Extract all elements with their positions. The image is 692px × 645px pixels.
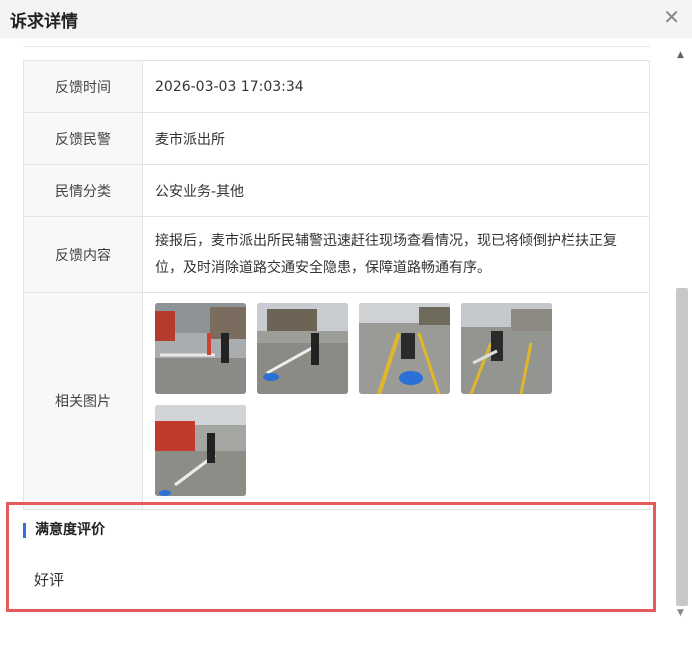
photo-thumbnail[interactable] xyxy=(359,303,450,394)
table-row: 反馈时间 2026-03-03 17:03:34 xyxy=(23,60,650,113)
satisfaction-section: 满意度评价 好评 xyxy=(6,502,656,612)
photo-thumbnail[interactable] xyxy=(461,303,552,394)
table-row: 相关图片 xyxy=(23,292,650,510)
photo-thumbnail[interactable] xyxy=(257,303,348,394)
photo-thumbnail[interactable] xyxy=(155,303,246,394)
table-row: 反馈民警 麦市派出所 xyxy=(23,112,650,165)
row-label: 民情分类 xyxy=(23,164,143,217)
scrollbar[interactable]: ▲ ▼ xyxy=(672,38,692,645)
row-label: 反馈时间 xyxy=(23,60,143,113)
divider xyxy=(23,46,650,47)
close-icon[interactable]: ✕ xyxy=(663,7,680,27)
row-value: 2026-03-03 17:03:34 xyxy=(142,60,650,113)
table-row: 民情分类 公安业务-其他 xyxy=(23,164,650,217)
row-label: 反馈民警 xyxy=(23,112,143,165)
row-label: 相关图片 xyxy=(23,292,143,510)
row-value: 接报后，麦市派出所民辅警迅速赶往现场查看情况，现已将倾倒护栏扶正复位，及时消除道… xyxy=(142,216,650,293)
photo-thumbnail[interactable] xyxy=(155,405,246,496)
satisfaction-title: 满意度评价 xyxy=(23,523,105,538)
row-label: 反馈内容 xyxy=(23,216,143,293)
dialog-header: 诉求详情 ✕ xyxy=(0,0,692,38)
row-value: 麦市派出所 xyxy=(142,112,650,165)
dialog-content: 反馈时间 2026-03-03 17:03:34 反馈民警 麦市派出所 民情分类… xyxy=(0,38,672,645)
satisfaction-value: 好评 xyxy=(34,571,65,589)
scroll-down-arrow-icon[interactable]: ▼ xyxy=(677,608,684,618)
scroll-up-arrow-icon[interactable]: ▲ xyxy=(677,50,684,60)
scroll-thumb[interactable] xyxy=(676,288,688,606)
row-value: 公安业务-其他 xyxy=(142,164,650,217)
dialog-title: 诉求详情 xyxy=(10,12,78,32)
table-row: 反馈内容 接报后，麦市派出所民辅警迅速赶往现场查看情况，现已将倾倒护栏扶正复位，… xyxy=(23,216,650,293)
detail-table: 反馈时间 2026-03-03 17:03:34 反馈民警 麦市派出所 民情分类… xyxy=(23,60,650,510)
photo-gallery xyxy=(143,293,575,507)
